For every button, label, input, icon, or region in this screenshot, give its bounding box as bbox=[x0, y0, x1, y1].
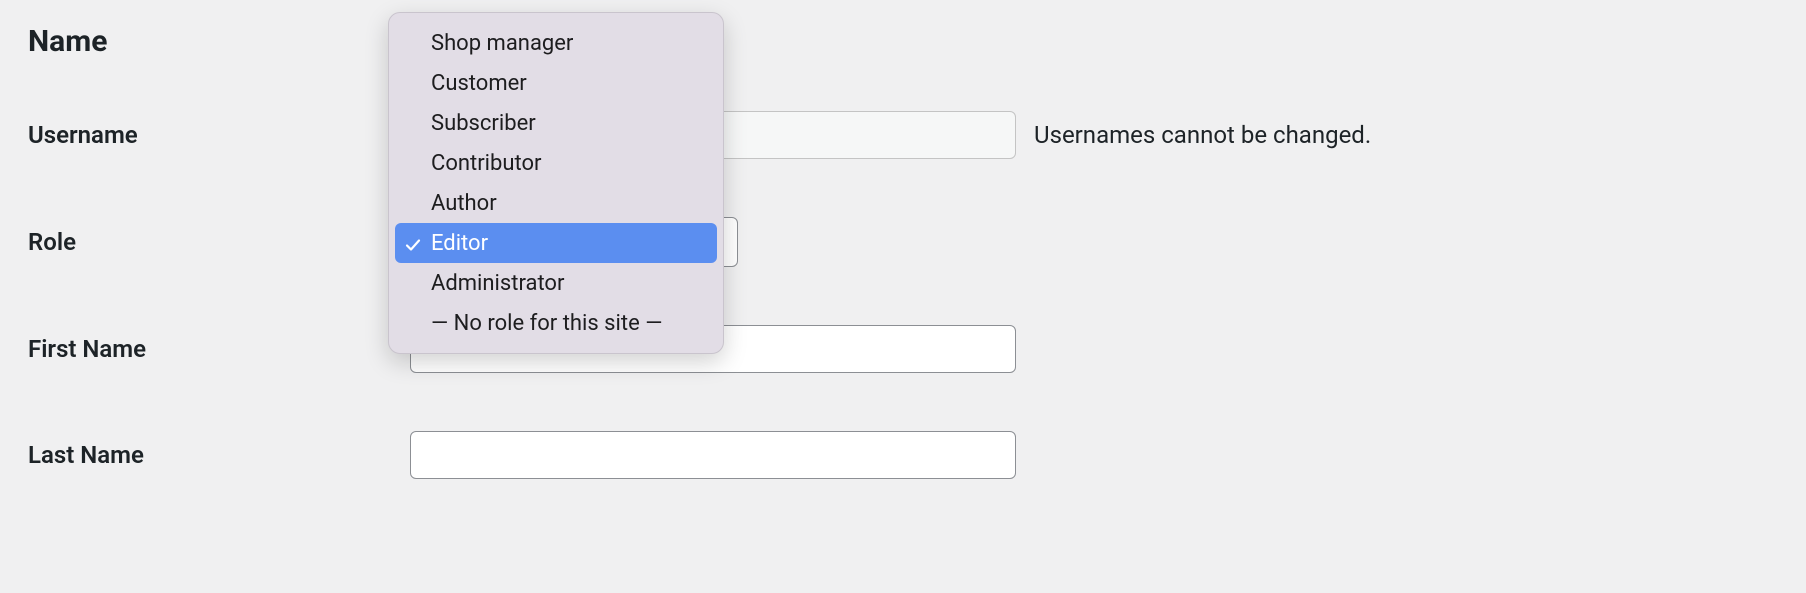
first-name-row: First Name bbox=[28, 325, 1778, 373]
role-option-label: — No role for this site — bbox=[431, 311, 662, 336]
role-dropdown[interactable]: Shop manager Customer Subscriber Contributo… bbox=[388, 12, 724, 354]
role-option[interactable]: Editor bbox=[395, 223, 717, 263]
user-name-section: Name Username Usernames cannot be change… bbox=[0, 0, 1806, 561]
username-row: Username Usernames cannot be changed. bbox=[28, 111, 1778, 159]
last-name-label: Last Name bbox=[28, 441, 410, 469]
role-label: Role bbox=[28, 228, 410, 256]
role-option-label: Subscriber bbox=[431, 111, 536, 136]
role-option[interactable]: — No role for this site — bbox=[395, 303, 717, 343]
username-label: Username bbox=[28, 121, 410, 149]
role-option-label: Shop manager bbox=[431, 31, 573, 56]
last-name-field-wrap bbox=[410, 431, 1016, 479]
role-option[interactable]: Shop manager bbox=[395, 23, 717, 63]
role-option[interactable]: Subscriber bbox=[395, 103, 717, 143]
check-icon bbox=[405, 234, 423, 252]
role-option[interactable]: Contributor bbox=[395, 143, 717, 183]
last-name-input[interactable] bbox=[410, 431, 1016, 479]
role-option-label: Contributor bbox=[431, 151, 541, 176]
role-option-label: Administrator bbox=[431, 271, 564, 296]
role-option-label: Author bbox=[431, 191, 497, 216]
role-row: Role Editor bbox=[28, 217, 1778, 267]
first-name-label: First Name bbox=[28, 335, 410, 363]
section-heading: Name bbox=[28, 24, 1778, 59]
last-name-row: Last Name bbox=[28, 431, 1778, 479]
role-option[interactable]: Administrator bbox=[395, 263, 717, 303]
role-option-label: Editor bbox=[431, 231, 488, 256]
role-option[interactable]: Author bbox=[395, 183, 717, 223]
role-option[interactable]: Customer bbox=[395, 63, 717, 103]
role-option-label: Customer bbox=[431, 71, 527, 96]
username-description: Usernames cannot be changed. bbox=[1034, 121, 1371, 149]
